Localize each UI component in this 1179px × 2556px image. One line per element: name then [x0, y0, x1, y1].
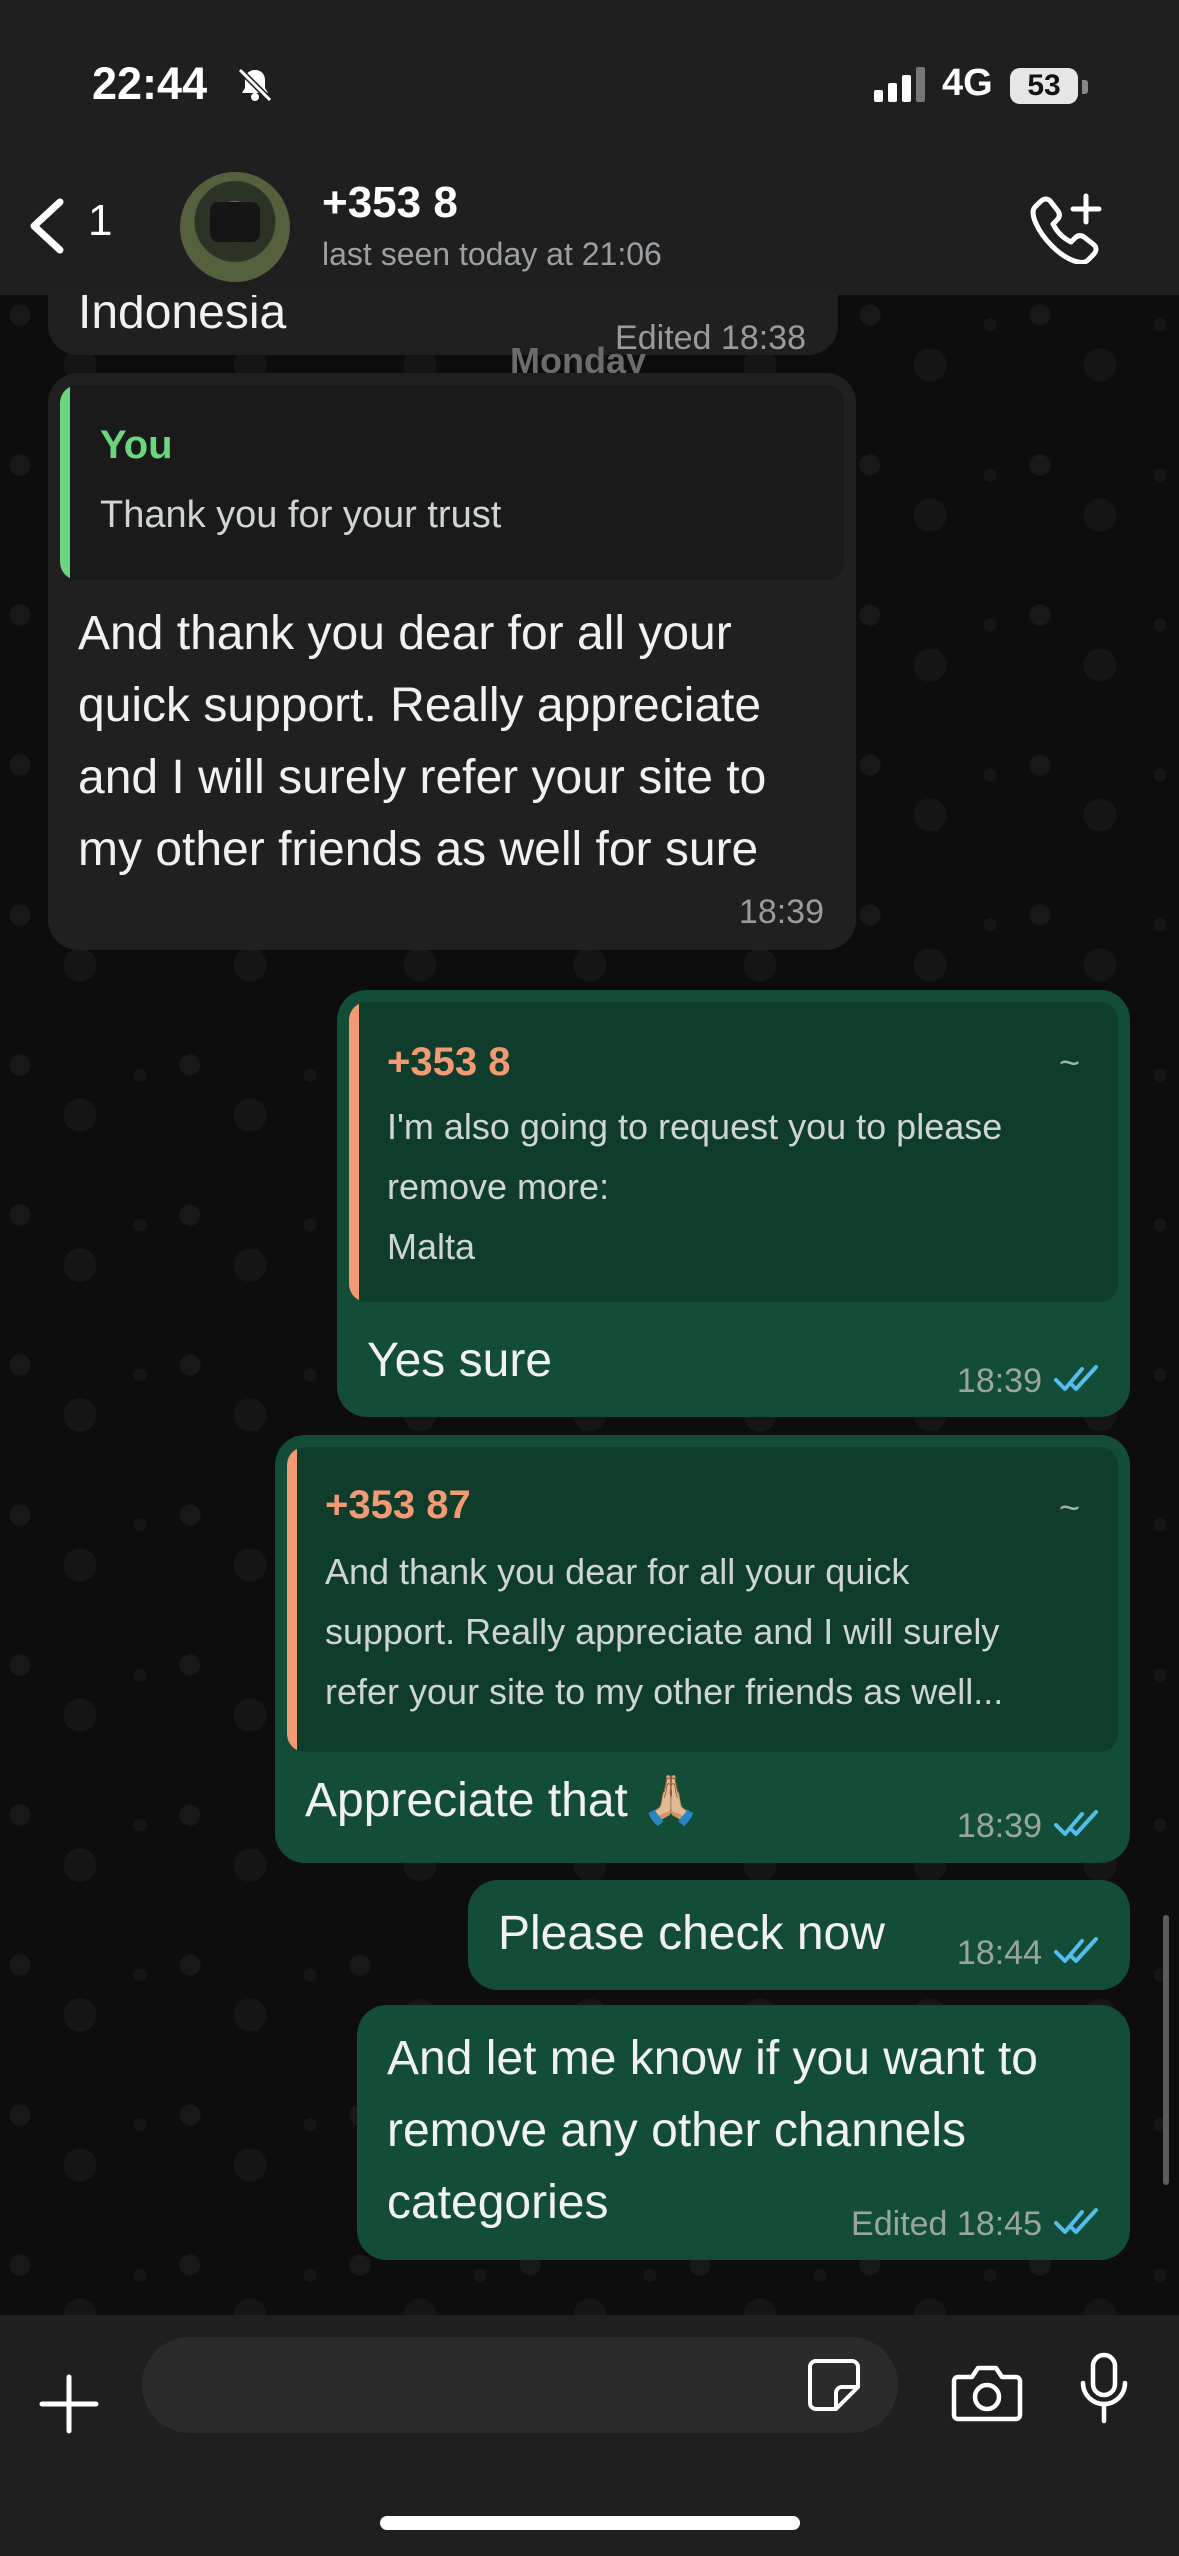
- scrollbar-thumb[interactable]: [1163, 1915, 1169, 2185]
- chat-header: 1 +353 8 last seen today at 21:06: [0, 150, 1179, 295]
- network-type: 4G: [942, 62, 993, 104]
- unread-count[interactable]: 1: [88, 196, 112, 246]
- read-ticks-icon: [1054, 2208, 1098, 2234]
- edited-label: Edited: [851, 2205, 948, 2243]
- time-value: 18:45: [956, 2205, 1042, 2243]
- status-bar: 22:44 4G 53: [0, 0, 1179, 170]
- microphone-icon[interactable]: [1076, 2351, 1132, 2427]
- message-text: Yes sure: [367, 1334, 553, 1387]
- message-text: Appreciate that 🙏🏼: [305, 1774, 701, 1827]
- add-call-icon[interactable]: [1028, 192, 1108, 264]
- message-time: 18:44: [956, 1934, 1042, 1972]
- read-ticks-icon: [1054, 1810, 1098, 1836]
- message-outgoing[interactable]: Please check now 18:44: [468, 1880, 1130, 1990]
- quoted-message[interactable]: You Thank you for your trust: [60, 385, 844, 580]
- quote-text-line: refer your site to my other friends as w…: [325, 1671, 1004, 1712]
- message-time: 18:39: [738, 893, 824, 931]
- read-ticks-icon: [1054, 1365, 1098, 1391]
- quote-text-line: Malta: [387, 1226, 476, 1267]
- contact-name[interactable]: +353 8: [322, 178, 458, 228]
- message-text: Please check now: [498, 1907, 885, 1960]
- message-text: Indonesia: [78, 295, 287, 339]
- message-text: And thank you dear for all your quick su…: [78, 607, 767, 876]
- sticker-icon[interactable]: [806, 2357, 862, 2413]
- quoted-message[interactable]: +353 87 ~ And thank you dear for all you…: [287, 1447, 1118, 1752]
- home-indicator[interactable]: [380, 2516, 800, 2530]
- time-value: 18:38: [720, 319, 806, 357]
- quoted-message[interactable]: +353 8 ~ I'm also going to request you t…: [349, 1002, 1118, 1302]
- quote-text-line: And thank you dear for all your quick: [325, 1551, 910, 1592]
- message-time: Edited 18:45: [851, 2205, 1042, 2244]
- message-time: 18:39: [956, 1807, 1042, 1845]
- message-outgoing[interactable]: +353 87 ~ And thank you dear for all you…: [275, 1435, 1130, 1863]
- chat-area[interactable]: Indonesia Edited 18:38 Monday You Thank …: [0, 295, 1179, 2315]
- signal-icon: [874, 67, 925, 102]
- message-outgoing[interactable]: +353 8 ~ I'm also going to request you t…: [337, 990, 1130, 1417]
- quote-author: You: [100, 423, 173, 467]
- message-text-line: And let me know if you want to: [387, 2032, 1038, 2085]
- contact-avatar[interactable]: [180, 172, 290, 282]
- back-chevron-icon[interactable]: [22, 196, 72, 256]
- message-time: 18:39: [956, 1362, 1042, 1400]
- last-seen: last seen today at 21:06: [322, 236, 662, 272]
- plus-icon[interactable]: [38, 2373, 100, 2435]
- message-outgoing[interactable]: And let me know if you want to remove an…: [357, 2005, 1130, 2260]
- battery-tip: [1082, 80, 1088, 94]
- bell-slash-icon: [237, 67, 273, 103]
- quote-bar: [60, 385, 70, 580]
- read-ticks-icon: [1054, 1937, 1098, 1963]
- quote-tag: ~: [1058, 1487, 1080, 1528]
- status-time: 22:44: [92, 58, 208, 109]
- message-input[interactable]: [142, 2337, 898, 2433]
- battery-level: 53: [1010, 68, 1078, 104]
- quote-text: Thank you for your trust: [100, 494, 502, 536]
- avatar-phone-image: [210, 202, 260, 242]
- quote-author: +353 87: [325, 1483, 471, 1527]
- quote-bar: [349, 1002, 359, 1302]
- message-incoming[interactable]: Indonesia Edited 18:38: [48, 295, 838, 357]
- quote-bar: [287, 1447, 297, 1752]
- message-text-line: remove any other channels: [387, 2104, 966, 2157]
- message-text-line: categories: [387, 2176, 609, 2229]
- quote-author: +353 8: [387, 1040, 511, 1084]
- quote-tag: ~: [1058, 1042, 1080, 1083]
- quote-text-line: remove more:: [387, 1166, 610, 1207]
- message-incoming[interactable]: You Thank you for your trust And thank y…: [48, 373, 856, 950]
- camera-icon[interactable]: [950, 2363, 1024, 2423]
- quote-text-line: I'm also going to request you to please: [387, 1106, 1003, 1147]
- quote-text-line: support. Really appreciate and I will su…: [325, 1611, 1000, 1652]
